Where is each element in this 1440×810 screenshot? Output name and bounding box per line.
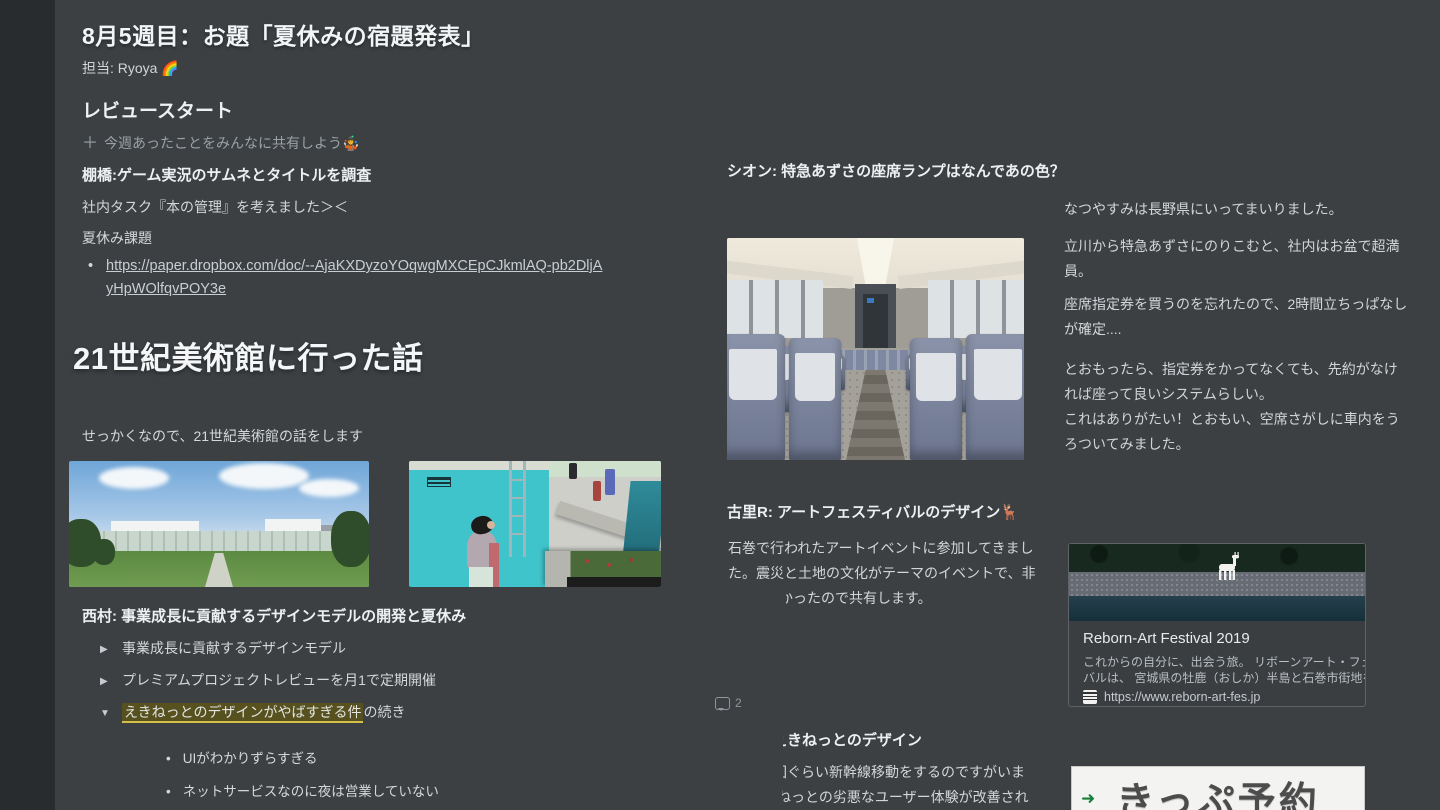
ticket-banner-label: きっぷ予約: [1116, 781, 1320, 810]
museum-intro: せっかくなので、21世紀美術館の話をします: [82, 428, 364, 444]
card-url[interactable]: https://www.reborn-art-fes.jp: [1104, 690, 1260, 704]
overlay-flowers: [579, 555, 653, 575]
nishimura-heading: 西村: 事業成長に貢献するデザインモデルの開発と夏休み: [82, 608, 467, 625]
shion-heading: シオン: 特急あずさの座席ランプはなんであの色？: [727, 163, 1065, 180]
tree: [93, 539, 115, 565]
train-interior-photo[interactable]: [727, 238, 1024, 460]
museum-photo[interactable]: [69, 461, 369, 587]
tree: [331, 511, 369, 567]
share-prompt: ＋ 今週あったことをみんなに共有しよう🤹: [82, 129, 359, 153]
person-standing: [569, 463, 577, 479]
document-page: 8月5週目：お題「夏休みの宿題発表」 担当: Ryoya 🌈 レビュースタート …: [0, 0, 1440, 810]
triangle-collapsed-icon[interactable]: ▶: [100, 644, 122, 655]
plus-icon[interactable]: ＋: [82, 135, 98, 152]
ladder-rail: [523, 461, 526, 557]
owner-line: 担当: Ryoya 🌈: [82, 60, 179, 76]
homework-link-item: • https://paper.dropbox.com/doc/--AjaKXD…: [88, 255, 608, 301]
furusato-text-line: 石巻で行われたアートイベントに参加してきまし: [728, 540, 1034, 556]
door-sign: [867, 298, 874, 303]
furusato-text-line: かったので共有します。: [786, 586, 932, 611]
ekinet-line1-rest: ぐらい新幹線移動をするのですがいま: [787, 764, 1025, 780]
vent-grille: [427, 477, 451, 487]
train-seat: [910, 338, 962, 460]
train-windows: [928, 280, 1024, 338]
ekinet-heading-text: きねっとのデザイン: [787, 732, 922, 749]
card-description: これからの自分に、出会う旅。 リボーンアート・フェスティ: [1083, 655, 1365, 669]
card-url-row: https://www.reborn-art-fes.jp: [1083, 690, 1260, 704]
pool-photo[interactable]: [409, 461, 661, 587]
train-seat: [789, 338, 841, 460]
ladder-rail: [509, 461, 512, 557]
person-skirt: [469, 567, 493, 587]
ladder-rung: [509, 533, 525, 535]
ekinet-line2-rest: っとの劣悪なユーザー体験が改善され: [791, 789, 1029, 805]
cloud-shape: [219, 463, 309, 489]
toggle-label: プレミアムプロジェクトレビューを月1で定期開催: [122, 672, 436, 688]
shion-paragraph: なつやすみは長野県にいってまいりました。: [1064, 201, 1343, 217]
white-deer-sculpture: [1219, 552, 1239, 580]
cloud-shape: [99, 467, 169, 489]
train-seat: [966, 334, 1024, 460]
ekinet-text-line: ねっとの劣悪なユーザー体験が改善され: [782, 787, 1029, 807]
ekinet-text-line: 回ぐらい新幹線移動をするのですがいま: [783, 762, 1025, 782]
toggle-label-rest: の続き: [363, 704, 406, 720]
ekinet-highlight-link[interactable]: えきねっとのデザインがやばすぎる件: [122, 703, 364, 723]
comment-badge[interactable]: 2: [715, 696, 742, 711]
shion-paragraph: これはありがたい！とおもい、空席さがしに車内をうろついてみました。: [1064, 411, 1400, 452]
comment-count: 2: [735, 696, 742, 710]
water: [1069, 596, 1365, 621]
train-seat: [727, 334, 785, 460]
person-standing: [605, 469, 615, 495]
shion-paragraph: 立川から特急あずさにのりこむと、社内はお盆で超満員。: [1064, 238, 1400, 279]
reborn-card-image: [1069, 544, 1365, 621]
person-child: [593, 481, 601, 501]
furusato-heading: 古里R: アートフェスティバルのデザイン🦌: [727, 504, 1019, 521]
ticket-reservation-banner[interactable]: ➜ きっぷ予約: [1071, 766, 1365, 810]
page-title: 8月5週目：お題「夏休みの宿題発表」: [82, 23, 485, 49]
furusato-line3-rest: ったので共有します。: [793, 590, 932, 606]
sub-bullet-item: ネットサービスなのに夜は営業していない: [166, 780, 439, 800]
cloud-shape: [299, 479, 359, 497]
ekinet-heading: えきねっとのデザイン: [783, 729, 922, 750]
reborn-link-card[interactable]: Reborn-Art Festival 2019 これからの自分に、出会う旅。 …: [1068, 543, 1366, 707]
card-description: バルは、 宮城県の牡鹿（おしか）半島と石巻市街地を主な舞: [1083, 671, 1365, 685]
toggle-item: ▶ 事業成長に貢献するデザインモデル: [100, 638, 346, 658]
overlay-caption: [567, 577, 661, 587]
glass-facade: [81, 531, 357, 553]
person-face: [487, 521, 495, 529]
triangle-collapsed-icon[interactable]: ▶: [100, 676, 122, 687]
toggle-item: ▼ えきねっとのデザインがやばすぎる件 の続き: [100, 702, 406, 723]
train-windows: [727, 280, 823, 338]
site-favicon-icon: [1083, 690, 1097, 704]
comment-bubble-icon: [715, 696, 730, 711]
bullet-icon: •: [88, 258, 94, 274]
task-note: 社内タスク『本の管理』を考えました＞＜: [82, 199, 348, 215]
ladder-rung: [509, 515, 525, 517]
ladder-rung: [509, 497, 525, 499]
share-prompt-text: 今週あったことをみんなに共有しよう🤹: [104, 135, 360, 151]
sub-bullet-item: UIがわかりずらすぎる: [166, 747, 318, 767]
clipped-glyph: か: [786, 586, 793, 611]
tanahashi-heading: 棚橋:ゲーム実況のサムネとタイトルを調査: [82, 167, 372, 184]
homework-label: 夏休み課題: [82, 230, 152, 246]
museum-heading: 21世紀美術館に行った話: [73, 341, 424, 376]
clipped-glyph: ね: [782, 789, 791, 805]
card-title: Reborn-Art Festival 2019: [1083, 630, 1250, 647]
triangle-expanded-icon[interactable]: ▼: [100, 708, 122, 719]
furusato-text-line: た。震災と土地の文化がテーマのイベントで、非: [728, 565, 1036, 581]
shion-paragraph: とおもったら、指定券をかってなくても、先約がなければ座って良いシステムらしい。: [1064, 361, 1398, 402]
review-heading: レビュースタート: [82, 101, 234, 122]
ladder-rung: [509, 479, 525, 481]
toggle-label: 事業成長に貢献するデザインモデル: [122, 640, 346, 656]
document-canvas: 8月5週目：お題「夏休みの宿題発表」 担当: Ryoya 🌈 レビュースタート …: [55, 0, 1440, 810]
toggle-item: ▶ プレミアムプロジェクトレビューを月1で定期開催: [100, 670, 436, 690]
shion-paragraph: 座席指定券を買うのを忘れたので、2時間立ちっぱなしが確定....: [1064, 296, 1408, 337]
wall-top: [409, 461, 549, 470]
homework-link[interactable]: https://paper.dropbox.com/doc/--AjaKXDyz…: [106, 255, 608, 301]
